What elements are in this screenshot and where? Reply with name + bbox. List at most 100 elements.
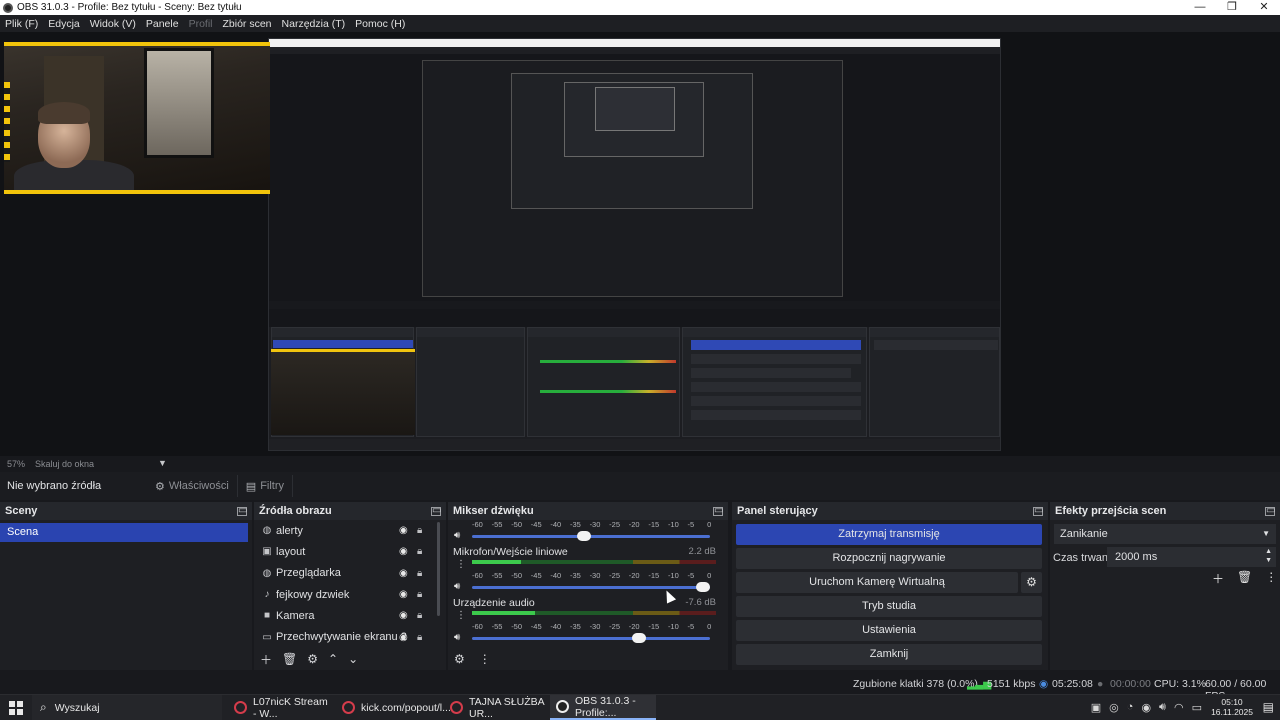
menu-view[interactable]: Widok (V) (85, 18, 141, 30)
transition-select[interactable]: Zanikanie ▼ (1054, 524, 1276, 544)
clock[interactable]: 05:10 16.11.2025 (1211, 697, 1253, 717)
eye-icon[interactable]: ◉ (399, 610, 408, 621)
eye-icon[interactable]: ◉ (399, 568, 408, 579)
kebab-menu-icon[interactable]: ⋮ (479, 652, 491, 666)
source-item-layout[interactable]: ▣ layout ◉ 🔒︎ (254, 541, 446, 562)
trash-icon[interactable]: 🗑︎ (1237, 570, 1252, 587)
properties-button[interactable]: ⚙ Właściwości (147, 475, 238, 497)
taskbar-app-opera-3[interactable]: TAJNA SŁUŻBA UR... (444, 695, 550, 720)
poster-image (144, 48, 214, 158)
close-button[interactable]: ✕ (1248, 0, 1280, 15)
duration-input[interactable]: 2000 ms ▲ ▼ (1107, 547, 1276, 567)
gear-icon[interactable]: ⚙ (307, 652, 318, 666)
trash-icon[interactable]: 🗑︎ (282, 652, 297, 666)
eye-icon[interactable]: ◉ (399, 525, 408, 536)
scene-item[interactable]: Scena (0, 523, 248, 542)
lock-icon[interactable]: 🔒︎ (417, 589, 422, 600)
restore-button[interactable]: ❐ (1216, 0, 1248, 15)
menu-scene-collection[interactable]: Zbiór scen (218, 18, 277, 30)
menu-edit[interactable]: Edycja (43, 18, 85, 30)
speaker-icon: ♪ (264, 589, 270, 601)
menu-tools[interactable]: Narzędzia (T) (277, 18, 351, 30)
speaker-icon[interactable]: 🔊︎ (454, 530, 460, 541)
chrome-icon[interactable]: ◎ (1109, 701, 1119, 714)
menu-file[interactable]: Plik (F) (0, 18, 43, 30)
undock-icon[interactable]: ▭ (1265, 505, 1275, 516)
source-item-fejkowy-dzwiek[interactable]: ♪ fejkowy dzwiek ◉ 🔒︎ (254, 584, 446, 605)
lock-icon[interactable]: 🔒︎ (417, 632, 422, 643)
studio-mode-button[interactable]: Tryb studia (736, 596, 1042, 617)
speaker-icon[interactable]: 🔊︎ (454, 581, 460, 592)
taskbar-app-opera-2[interactable]: kick.com/popout/l... (336, 695, 451, 720)
exit-button[interactable]: Zamknij (736, 644, 1042, 665)
preview-canvas[interactable] (268, 38, 1001, 451)
spinner-icon[interactable]: ▲ ▼ (1265, 547, 1272, 565)
preview-nested-mixer (527, 327, 680, 437)
channel-desktop-audio: Urządzenie audio -7.6 dB (448, 595, 728, 610)
volume-slider-handle[interactable] (576, 531, 591, 541)
volume-slider-handle[interactable] (695, 582, 710, 592)
taskbar-app-opera-1[interactable]: L07nicK Stream - W... (228, 695, 334, 720)
add-icon[interactable]: ＋ (1212, 570, 1224, 587)
move-down-icon[interactable]: ⌄ (348, 652, 358, 666)
lock-icon[interactable]: 🔒︎ (417, 546, 422, 557)
undock-icon[interactable]: ▭ (713, 505, 723, 516)
clock-date: 16.11.2025 (1211, 707, 1253, 717)
properties-label: Właściwości (168, 480, 229, 492)
lock-icon[interactable]: 🔒︎ (417, 568, 422, 579)
battery-icon[interactable]: ▭ (1192, 701, 1202, 714)
source-item-screen-capture[interactable]: ▭ Przechwytywanie ekranu 2 ◉ 🔒︎ (254, 626, 446, 647)
taskbar-app-obs[interactable]: OBS 31.0.3 - Profile:... (550, 695, 656, 720)
sources-scrollbar[interactable] (437, 522, 440, 616)
preview-nested-controls (682, 327, 867, 437)
lock-icon[interactable]: 🔒︎ (417, 525, 422, 536)
undock-icon[interactable]: ▭ (431, 505, 441, 516)
minimize-button[interactable]: — (1184, 0, 1216, 15)
source-item-kamera[interactable]: ■ Kamera ◉ 🔒︎ (254, 605, 446, 626)
scale-mode-select[interactable]: Skaluj do okna (35, 459, 94, 469)
move-up-icon[interactable]: ⌃ (328, 652, 338, 666)
gear-icon[interactable]: ⚙ (454, 652, 465, 666)
menu-profile[interactable]: Profil (184, 18, 218, 30)
volume-slider[interactable] (472, 586, 710, 589)
menu-help[interactable]: Pomoc (H) (350, 18, 410, 30)
meter-scale: -60 -55 -50 -45 -40 -35 -30 -25 -20 -15 -10 -5 0 (472, 622, 712, 631)
source-item-przegladarka[interactable]: ◍ Przeglądarka ◉ 🔒︎ (254, 563, 446, 584)
network-icon[interactable]: ◔ (1127, 701, 1134, 714)
taskbar-search[interactable]: ⌕ Wyszukaj (32, 695, 222, 720)
volume-slider-handle[interactable] (631, 633, 646, 643)
lock-icon[interactable]: 🔒︎ (417, 610, 422, 621)
wifi-icon[interactable]: ◠ (1174, 701, 1184, 714)
controls-header: Panel sterujący ▭ (732, 502, 1048, 520)
volume-icon[interactable]: 🔊︎ (1159, 701, 1166, 714)
eye-icon[interactable]: ◉ (399, 632, 408, 643)
menu-docks[interactable]: Panele (141, 18, 184, 30)
task-label: OBS 31.0.3 - Profile:... (575, 694, 636, 719)
menu-bar: Plik (F) Edycja Widok (V) Panele Profil … (0, 15, 1280, 32)
gear-icon[interactable]: ⚙ (1021, 572, 1042, 593)
start-recording-button[interactable]: Rozpocznij nagrywanie (736, 548, 1042, 569)
notification-icon[interactable]: ▤ (1263, 700, 1274, 714)
eye-icon[interactable]: ◉ (399, 546, 408, 557)
undock-icon[interactable]: ▭ (237, 505, 247, 516)
kebab-menu-icon[interactable]: ⋮ (1265, 570, 1277, 587)
volume-slider[interactable] (472, 535, 710, 538)
filters-button[interactable]: ▤ Filtry (238, 475, 294, 497)
volume-control: 🔊︎ (448, 530, 728, 544)
volume-slider[interactable] (472, 637, 710, 640)
steam-icon[interactable]: ◉ (1141, 701, 1151, 714)
stop-streaming-button[interactable]: Zatrzymaj transmisję (736, 524, 1042, 545)
source-item-alerty[interactable]: ◍ alerty ◉ 🔒︎ (254, 520, 446, 541)
eye-icon[interactable]: ◉ (399, 589, 408, 600)
windows-start-icon[interactable] (9, 701, 23, 715)
speaker-icon[interactable]: 🔊︎ (454, 632, 460, 643)
undock-icon[interactable]: ▭ (1033, 505, 1043, 516)
chevron-down-icon[interactable]: ▼ (158, 458, 167, 468)
kebab-menu-icon[interactable]: ⋮ (456, 559, 466, 570)
channel-name: Mikrofon/Wejście liniowe (453, 545, 568, 558)
settings-button[interactable]: Ustawienia (736, 620, 1042, 641)
start-virtual-camera-button[interactable]: Uruchom Kamerę Wirtualną (736, 572, 1018, 593)
add-source-icon[interactable]: ＋ (260, 651, 272, 668)
kebab-menu-icon[interactable]: ⋮ (456, 610, 466, 621)
nvidia-icon[interactable]: ▣ (1091, 701, 1101, 714)
